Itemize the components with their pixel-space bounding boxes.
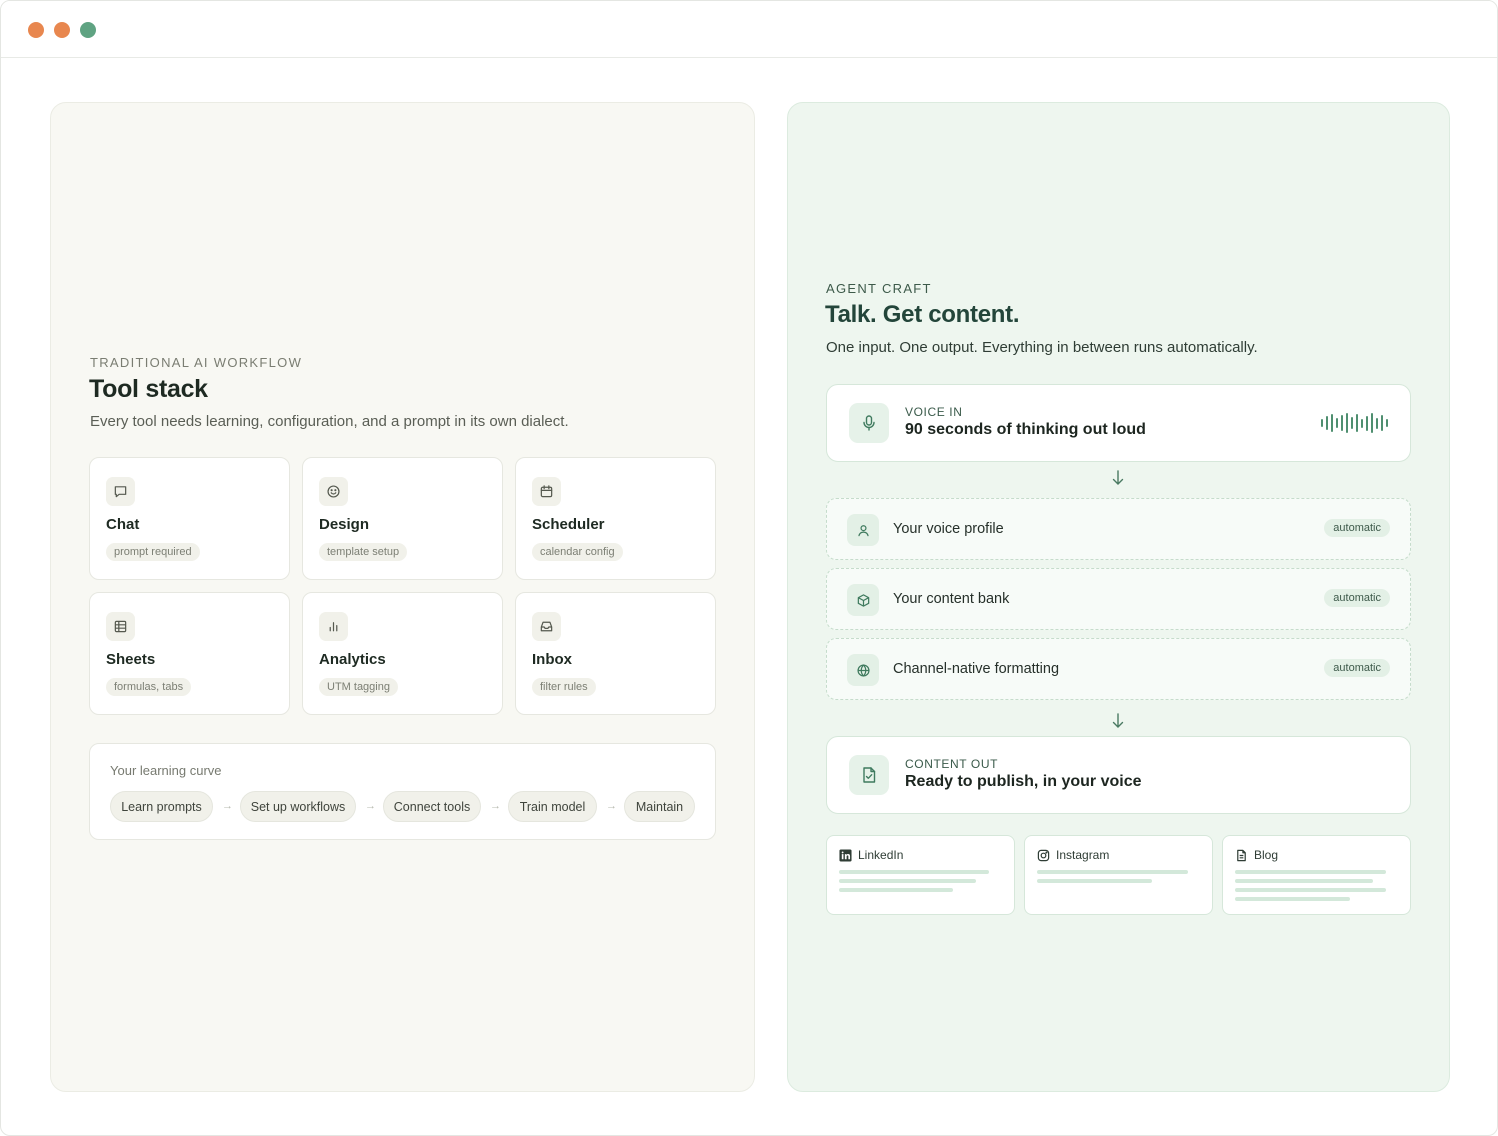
learning-curve-card: Your learning curve Learn prompts → Set … [89,743,716,840]
tool-name: Design [319,516,370,533]
content-out-value: Ready to publish, in your voice [905,773,1142,790]
channel-card-linkedin[interactable]: LinkedIn [826,835,1015,915]
tool-tag: prompt required [106,543,200,561]
text-placeholder-line [839,888,953,892]
microphone-icon [849,403,889,443]
step-label: Your voice profile [893,521,1004,537]
table-icon [106,612,135,641]
calendar-icon [532,477,561,506]
channel-name: LinkedIn [858,848,904,862]
agent-craft-panel: AGENT CRAFT Talk. Get content. One input… [787,102,1450,1092]
globe-icon [847,654,879,686]
left-eyebrow: TRADITIONAL AI WORKFLOW [90,355,303,370]
document-icon [1237,849,1246,861]
channel-formatting-step: Channel-native formatting automatic [826,638,1411,700]
tool-name: Inbox [532,651,572,668]
voice-in-label: VOICE IN [905,405,963,419]
tool-card-chat[interactable]: Chat prompt required [89,457,290,580]
bar-chart-icon [319,612,348,641]
content-out-card[interactable]: CONTENT OUT Ready to publish, in your vo… [826,736,1411,814]
automatic-badge: automatic [1324,659,1390,677]
step-pill-learn-prompts: Learn prompts [110,791,213,822]
arrow-down-icon [1112,713,1124,728]
arrow-right-icon: → [222,800,233,812]
step-pill-maintain: Maintain [624,791,695,822]
minimize-window-button[interactable] [54,22,70,38]
tool-card-analytics[interactable]: Analytics UTM tagging [302,592,503,715]
tool-tag: calendar config [532,543,623,561]
chat-icon [106,477,135,506]
user-icon [847,514,879,546]
traditional-workflow-panel: TRADITIONAL AI WORKFLOW Tool stack Every… [50,102,755,1092]
text-placeholder-line [839,870,989,874]
text-placeholder-line [1235,870,1386,874]
tool-tag: template setup [319,543,408,561]
step-pill-connect-tools: Connect tools [383,791,481,822]
instagram-icon [1037,849,1050,861]
voice-profile-step: Your voice profile automatic [826,498,1411,560]
step-pill-train-model: Train model [508,791,597,822]
tool-tag: formulas, tabs [106,678,192,696]
automatic-badge: automatic [1324,589,1390,607]
voice-in-card[interactable]: VOICE IN 90 seconds of thinking out loud [826,384,1411,462]
tool-card-inbox[interactable]: Inbox filter rules [515,592,716,715]
channel-name: Instagram [1056,848,1110,862]
content-out-label: CONTENT OUT [905,757,999,771]
text-placeholder-line [1037,879,1152,883]
text-placeholder-line [1235,897,1350,901]
close-window-button[interactable] [28,22,44,38]
right-subtitle: One input. One output. Everything in bet… [826,339,1258,356]
tool-card-sheets[interactable]: Sheets formulas, tabs [89,592,290,715]
text-placeholder-line [1037,870,1188,874]
arrow-right-icon: → [490,800,501,812]
content-bank-step: Your content bank automatic [826,568,1411,630]
app-window: TRADITIONAL AI WORKFLOW Tool stack Every… [0,0,1498,1136]
tool-card-scheduler[interactable]: Scheduler calendar config [515,457,716,580]
maximize-window-button[interactable] [80,22,96,38]
right-title: Talk. Get content. [825,301,1020,328]
text-placeholder-line [1235,888,1386,892]
left-subtitle: Every tool needs learning, configuration… [90,413,569,430]
document-check-icon [849,755,889,795]
box-icon [847,584,879,616]
tool-tag: filter rules [532,678,596,696]
smile-icon [319,477,348,506]
tool-name: Sheets [106,651,156,668]
waveform-icon [1321,412,1388,434]
voice-in-value: 90 seconds of thinking out loud [905,421,1146,438]
channel-card-instagram[interactable]: Instagram [1024,835,1213,915]
tool-name: Scheduler [532,516,605,533]
automatic-badge: automatic [1324,519,1390,537]
tool-name: Chat [106,516,140,533]
arrow-down-icon [1112,470,1124,485]
title-bar [1,1,1497,58]
tool-name: Analytics [319,651,386,668]
channel-card-blog[interactable]: Blog [1222,835,1411,915]
channel-name: Blog [1254,848,1279,862]
arrow-right-icon: → [606,800,617,812]
left-title: Tool stack [89,375,208,403]
step-label: Channel-native formatting [893,661,1060,677]
tool-tag: UTM tagging [319,678,398,696]
arrow-right-icon: → [365,800,376,812]
text-placeholder-line [839,879,976,883]
linkedin-icon [839,848,852,862]
tool-card-design[interactable]: Design template setup [302,457,503,580]
learning-curve-title: Your learning curve [110,763,222,778]
step-pill-set-up-workflows: Set up workflows [240,791,356,822]
right-eyebrow: AGENT CRAFT [826,281,932,296]
inbox-icon [532,612,561,641]
text-placeholder-line [1235,879,1373,883]
step-label: Your content bank [893,591,1010,607]
